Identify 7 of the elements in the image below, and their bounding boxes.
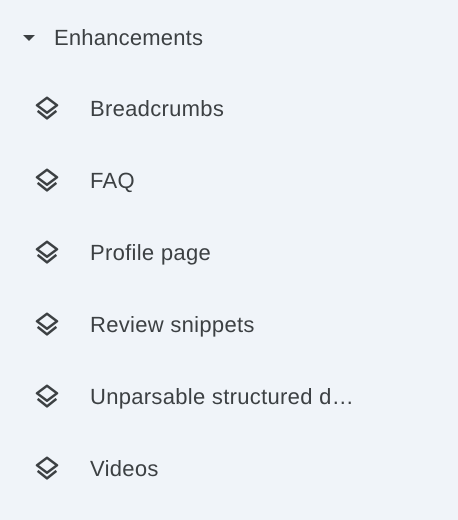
- nav-item[interactable]: Review snippets: [90, 312, 255, 338]
- nav-item[interactable]: Videos: [90, 456, 159, 482]
- nav-item[interactable]: Breadcrumbs: [90, 96, 224, 122]
- nav-item[interactable]: FAQ: [90, 168, 135, 194]
- section-title[interactable]: Enhancements: [54, 25, 204, 51]
- nav-item[interactable]: Profile page: [90, 240, 212, 266]
- nav-item[interactable]: Unparsable structured d…: [90, 384, 354, 410]
